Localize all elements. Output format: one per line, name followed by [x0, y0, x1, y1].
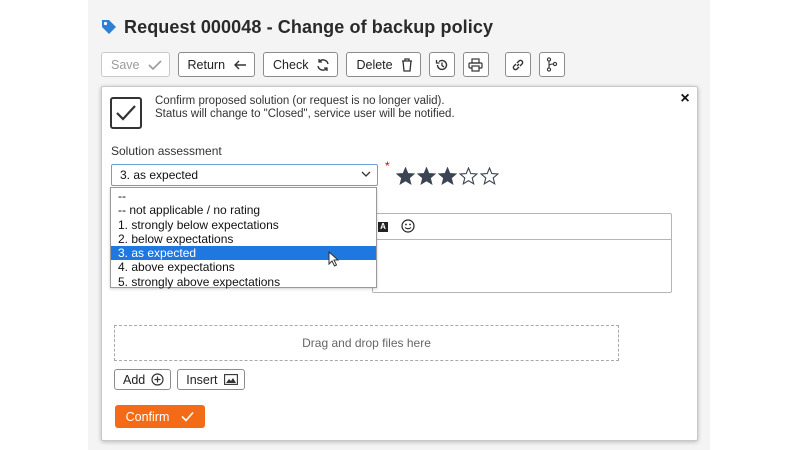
return-button[interactable]: Return [177, 52, 256, 77]
insert-button[interactable]: Insert [177, 369, 245, 390]
history-button[interactable] [428, 52, 455, 77]
comment-editor[interactable]: A [372, 213, 672, 293]
assessment-select[interactable]: 3. as expected [111, 164, 378, 186]
assessment-options-list[interactable]: -- -- not applicable / no rating 1. strong… [110, 187, 377, 289]
attachment-buttons: Add Insert [114, 369, 245, 390]
refresh-icon [317, 58, 330, 71]
editor-toolbar: A [373, 214, 671, 240]
page-title: Request 000048 - Change of backup policy [124, 16, 494, 37]
check-label: Check [273, 57, 309, 72]
trash-icon [401, 57, 412, 72]
assessment-option[interactable]: 5. strongly above expectations [111, 275, 376, 289]
print-button[interactable] [462, 52, 489, 77]
toolbar: Save Return Check Delete [101, 52, 565, 77]
add-button[interactable]: Add [114, 369, 172, 390]
chevron-down-icon [361, 171, 371, 177]
smiley-icon[interactable] [401, 219, 415, 233]
branch-icon [546, 57, 557, 72]
check-button[interactable]: Check [263, 52, 339, 77]
mouse-cursor-icon [328, 251, 340, 267]
info-text: Confirm proposed solution (or request is… [155, 95, 455, 121]
required-marker: * [385, 159, 390, 173]
star-filled-icon[interactable] [417, 167, 436, 185]
assessment-label: Solution assessment [111, 144, 222, 158]
info-line-2: Status will change to "Closed", service … [155, 108, 455, 120]
print-icon [468, 57, 483, 72]
delete-label: Delete [356, 57, 393, 72]
link-button[interactable] [504, 52, 531, 77]
assessment-option[interactable]: 2. below expectations [111, 232, 376, 246]
link-icon [512, 59, 523, 70]
page-header: Request 000048 - Change of backup policy [100, 14, 493, 40]
star-filled-icon[interactable] [438, 167, 457, 185]
save-button[interactable]: Save [101, 52, 170, 77]
star-empty-icon[interactable] [459, 167, 478, 185]
checkbox-icon [110, 97, 142, 129]
tag-icon [100, 18, 118, 36]
insert-label: Insert [186, 372, 218, 387]
confirm-button[interactable]: Confirm [115, 405, 205, 428]
file-dropzone[interactable]: Drag and drop files here [114, 325, 619, 361]
plus-circle-icon [151, 373, 164, 386]
text-color-icon[interactable]: A [378, 222, 388, 232]
assessment-selected-value: 3. as expected [120, 168, 199, 182]
star-rating[interactable] [396, 167, 499, 185]
close-icon[interactable]: × [677, 91, 693, 107]
checkmark-icon [147, 59, 162, 70]
star-filled-icon[interactable] [396, 167, 415, 185]
image-icon [223, 374, 238, 385]
assessment-option[interactable]: -- [111, 189, 376, 203]
assessment-option[interactable]: 1. strongly below expectations [111, 218, 376, 232]
delete-button[interactable]: Delete [346, 52, 421, 77]
save-label: Save [111, 57, 140, 72]
arrow-left-icon [234, 60, 247, 69]
assessment-option[interactable]: -- not applicable / no rating [111, 203, 376, 217]
checkmark-icon [181, 411, 194, 422]
star-empty-icon[interactable] [480, 167, 499, 185]
info-line-1: Confirm proposed solution (or request is… [155, 95, 445, 107]
add-label: Add [123, 372, 146, 387]
branch-button[interactable] [538, 52, 565, 77]
history-icon [435, 59, 447, 70]
confirm-label: Confirm [125, 409, 170, 424]
return-label: Return [187, 57, 226, 72]
